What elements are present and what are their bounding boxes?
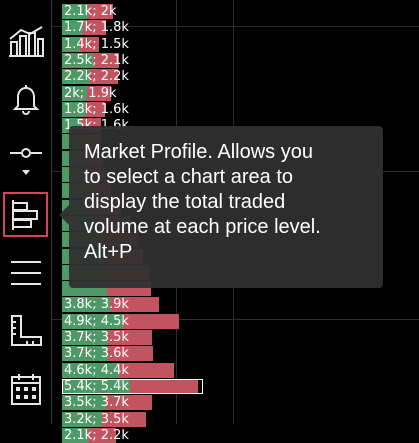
volume-label: 3.7k; 3.5k: [64, 330, 129, 345]
tooltip-line: Market Profile. Allows you: [84, 141, 313, 163]
left-toolbar: [0, 0, 52, 424]
volume-label: 1.7k; 1.8k: [64, 20, 129, 35]
calendar-button[interactable]: [3, 366, 48, 411]
volume-label: 2.1k; 2k: [64, 4, 117, 19]
volume-label: 4.6k; 4.4k: [64, 363, 129, 378]
market-profile-button[interactable]: [3, 192, 48, 237]
tooltip-arrow: [59, 205, 69, 225]
alerts-button[interactable]: [3, 76, 48, 121]
market-profile-icon: [11, 199, 38, 230]
chart-type-button[interactable]: [3, 18, 48, 63]
volume-label: 2.2k; 2.2k: [64, 69, 129, 84]
tooltip-line: volume at each price level.: [84, 216, 321, 238]
tooltip: Market Profile. Allows you to select a c…: [59, 126, 383, 288]
volume-label: 3.2k; 3.5k: [64, 412, 129, 427]
volume-label: 1.8k; 1.6k: [64, 102, 129, 117]
measure-button[interactable]: [3, 308, 48, 353]
sell-volume-bar: [123, 314, 179, 329]
calendar-icon: [10, 373, 41, 405]
tooltip-line: display the total traded: [84, 191, 286, 213]
volume-label: 1.4k; 1.5k: [64, 37, 129, 52]
bar-chart-icon: [8, 25, 44, 57]
volume-label: 5.4k; 5.4k: [64, 379, 129, 394]
volume-label: 3.5k; 3.7k: [64, 395, 129, 410]
volume-label: 4.9k; 4.5k: [64, 314, 129, 329]
volume-label: 2.5k; 2.1k: [64, 53, 129, 68]
ruler-icon: [10, 314, 42, 346]
volume-label: 3.8k; 3.9k: [64, 297, 129, 312]
tooltip-line: Alt+P: [84, 241, 133, 263]
volume-label: 3.7k; 3.6k: [64, 346, 129, 361]
line-tool-icon: [9, 147, 42, 175]
menu-button[interactable]: [3, 250, 48, 295]
tooltip-line: to select a chart area to: [84, 166, 294, 188]
bell-icon: [12, 84, 39, 115]
volume-label: 2k; 1.9k: [64, 86, 117, 101]
line-tools-button[interactable]: [3, 134, 48, 179]
volume-label: 2.1k; 2.2k: [64, 428, 129, 443]
hamburger-icon: [10, 260, 41, 285]
